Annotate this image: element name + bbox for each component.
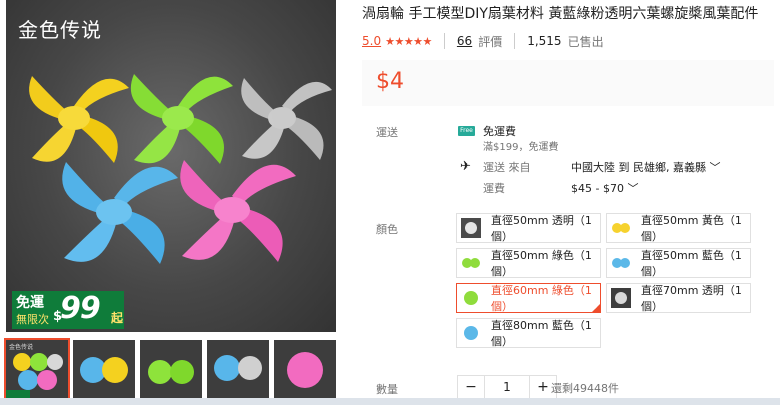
thumbnail-strip: 金色传说	[4, 338, 336, 402]
ship-destination-selector[interactable]: 中國大陸 到 民雄鄉, 嘉義縣 ﹀	[571, 159, 720, 175]
free-shipping-label: 免運費	[483, 125, 516, 138]
free-shipping-icon: Free	[458, 126, 475, 136]
color-option-50mm-green[interactable]: 直徑50mm 綠色（1個）	[456, 248, 601, 278]
selected-check-icon	[591, 303, 601, 313]
swatch-green-icon	[461, 288, 481, 308]
sold-count: 1,515	[527, 34, 562, 48]
clear-fan	[241, 78, 332, 160]
quantity-decrease-button[interactable]: −	[457, 375, 485, 399]
divider	[514, 33, 516, 49]
color-option-70mm-clear[interactable]: 直徑70mm 透明（1個）	[606, 283, 751, 313]
promo-line2: 無限次	[16, 313, 49, 326]
color-option-80mm-blue[interactable]: 直徑80mm 藍色（1個）	[456, 318, 601, 348]
color-option-label: 直徑50mm 黃色（1個）	[641, 214, 742, 243]
quantity-label: 數量	[376, 383, 398, 396]
swatch-clear-icon	[461, 218, 481, 238]
sold-label: 已售出	[567, 34, 604, 49]
free-shipping-promo-badge: 免運 無限次 $ 99 起	[12, 291, 124, 329]
image-watermark: 金色传说	[18, 18, 102, 42]
product-price: $4	[376, 69, 404, 94]
color-option-50mm-yellow[interactable]: 直徑50mm 黃色（1個）	[606, 213, 751, 243]
shipping-label: 運送	[376, 126, 398, 139]
divider	[443, 33, 445, 49]
thumbnail-5-image	[287, 352, 323, 388]
rating-stars-icon: ★★★★★	[385, 34, 432, 48]
shipping-fee-label: 運費	[483, 182, 505, 195]
thumbnail-3-image	[148, 360, 194, 384]
rating-row: 5.0 ★★★★★ 66 評價 1,515 已售出	[362, 32, 604, 50]
product-title: 渦扇輪 手工模型DIY扇葉材料 黃藍綠粉透明六葉螺旋槳風葉配件	[362, 6, 759, 22]
blue-fan	[62, 162, 178, 264]
ship-from-label: 運送 來自	[483, 161, 531, 174]
color-option-label: 直徑50mm 透明（1個）	[491, 214, 592, 243]
pink-fan	[180, 160, 296, 262]
thumbnail-2-image	[80, 357, 128, 383]
thumbnail-5[interactable]	[274, 340, 336, 400]
color-label: 顏色	[376, 223, 398, 236]
price-box: $4	[362, 60, 774, 106]
thumbnail-4[interactable]	[207, 340, 269, 400]
thumbnail-1-label: 金色传说	[9, 344, 34, 351]
free-shipping-condition: 滿$199，免運費	[483, 142, 559, 153]
thumbnail-2[interactable]	[73, 340, 135, 400]
color-option-label: 直徑70mm 透明（1個）	[641, 284, 742, 313]
color-option-60mm-green[interactable]: 直徑60mm 綠色（1個）	[456, 283, 601, 313]
swatch-blue-icon	[611, 253, 631, 273]
yellow-fan	[29, 76, 129, 163]
thumbnail-1[interactable]: 金色传说	[4, 338, 70, 402]
color-option-label: 直徑50mm 藍色（1個）	[641, 249, 742, 278]
promo-suffix: 起	[110, 311, 123, 325]
promo-line1: 免運	[16, 295, 44, 311]
shipping-fee-dropdown[interactable]: $45 - $70 ﹀	[571, 180, 638, 196]
color-option-label: 直徑50mm 綠色（1個）	[491, 249, 592, 278]
swatch-clear-icon	[611, 288, 631, 308]
quantity-stepper: − 1 +	[457, 375, 557, 399]
reviews-count[interactable]: 66	[457, 34, 472, 48]
swatch-blue-icon	[461, 323, 481, 343]
swatch-yellow-icon	[611, 218, 631, 238]
fan-blades-illustration	[29, 74, 332, 264]
reviews-label: 評價	[478, 34, 503, 49]
color-option-50mm-blue[interactable]: 直徑50mm 藍色（1個）	[606, 248, 751, 278]
bottom-scrollbar[interactable]	[0, 398, 780, 405]
color-option-label: 直徑80mm 藍色（1個）	[491, 319, 592, 348]
quantity-input[interactable]: 1	[485, 375, 529, 399]
promo-amount: 99	[60, 291, 101, 326]
color-option-label: 直徑60mm 綠色（1個）	[491, 284, 592, 313]
rating-score[interactable]: 5.0	[362, 34, 381, 48]
thumbnail-3[interactable]	[140, 340, 202, 400]
green-fan	[130, 74, 233, 164]
stock-remaining: 還剩49448件	[551, 382, 619, 395]
main-product-image[interactable]: 金色传说 免運 無限次 $ 99 起	[6, 0, 336, 332]
thumbnail-4-image	[214, 355, 262, 381]
swatch-green-icon	[461, 253, 481, 273]
color-option-50mm-clear[interactable]: 直徑50mm 透明（1個）	[456, 213, 601, 243]
plane-icon: ✈	[460, 159, 471, 174]
